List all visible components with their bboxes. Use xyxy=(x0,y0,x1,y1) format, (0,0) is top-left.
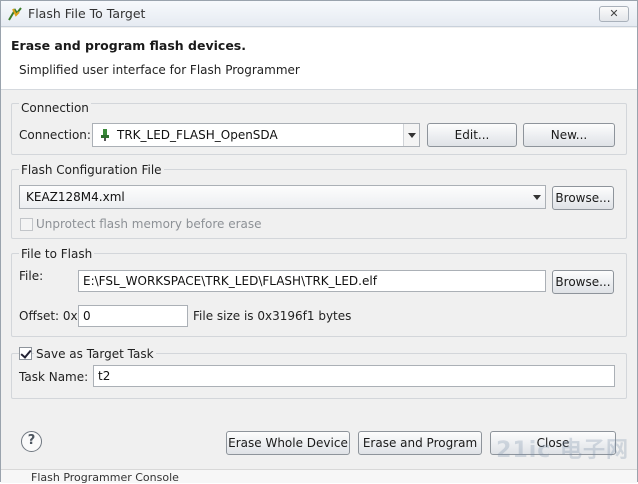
unprotect-flash-checkbox[interactable] xyxy=(20,218,33,231)
file-path-input[interactable] xyxy=(78,270,546,292)
flash-programmer-icon xyxy=(8,7,22,21)
console-tab-label[interactable]: Flash Programmer Console xyxy=(31,471,179,484)
connection-group-label: Connection xyxy=(19,101,91,115)
browse-flash-config-button[interactable]: Browse... xyxy=(552,186,614,210)
offset-input[interactable] xyxy=(78,305,188,327)
dialog-heading: Erase and program flash devices. xyxy=(11,38,246,53)
connection-value: TRK_LED_FLASH_OpenSDA xyxy=(117,128,278,142)
erase-whole-device-button[interactable]: Erase Whole Device xyxy=(226,431,350,455)
save-target-task-checkbox[interactable] xyxy=(19,347,32,360)
window-title: Flash File To Target xyxy=(28,6,146,21)
dialog-description: Simplified user interface for Flash Prog… xyxy=(19,63,300,77)
chevron-down-icon[interactable] xyxy=(403,124,419,146)
flash-config-group-label: Flash Configuration File xyxy=(19,163,164,177)
task-name-input[interactable] xyxy=(93,365,615,387)
site-watermark: 21ic 电子网 xyxy=(496,438,629,463)
connection-plug-icon xyxy=(101,129,109,141)
flash-file-to-target-dialog: Flash File To Target ✕ Erase and program… xyxy=(0,0,638,484)
new-connection-button[interactable]: New... xyxy=(523,123,615,147)
title-bar: Flash File To Target ✕ xyxy=(1,1,637,27)
file-field-label: File: xyxy=(19,269,44,283)
edit-connection-button[interactable]: Edit... xyxy=(427,123,517,147)
chevron-down-icon[interactable] xyxy=(529,186,545,208)
file-size-text: File size is 0x3196f1 bytes xyxy=(193,309,352,323)
flash-config-value: KEAZ128M4.xml xyxy=(26,190,125,204)
file-to-flash-group-label: File to Flash xyxy=(19,247,95,261)
task-name-label: Task Name: xyxy=(19,370,89,384)
offset-label: Offset: 0x xyxy=(19,309,78,323)
window-close-button[interactable]: ✕ xyxy=(599,6,629,22)
erase-and-program-button[interactable]: Erase and Program xyxy=(358,431,482,455)
browse-file-button[interactable]: Browse... xyxy=(552,270,614,294)
flash-config-select[interactable]: KEAZ128M4.xml xyxy=(19,185,546,209)
background-console-strip: Flash Programmer Console xyxy=(1,469,637,484)
connection-field-label: Connection: xyxy=(19,128,91,142)
connection-select[interactable]: TRK_LED_FLASH_OpenSDA xyxy=(92,123,420,147)
help-icon[interactable]: ? xyxy=(21,431,42,452)
unprotect-flash-label: Unprotect flash memory before erase xyxy=(36,217,262,231)
dialog-header: Erase and program flash devices. Simplif… xyxy=(1,28,637,90)
save-target-task-label: Save as Target Task xyxy=(34,347,156,361)
